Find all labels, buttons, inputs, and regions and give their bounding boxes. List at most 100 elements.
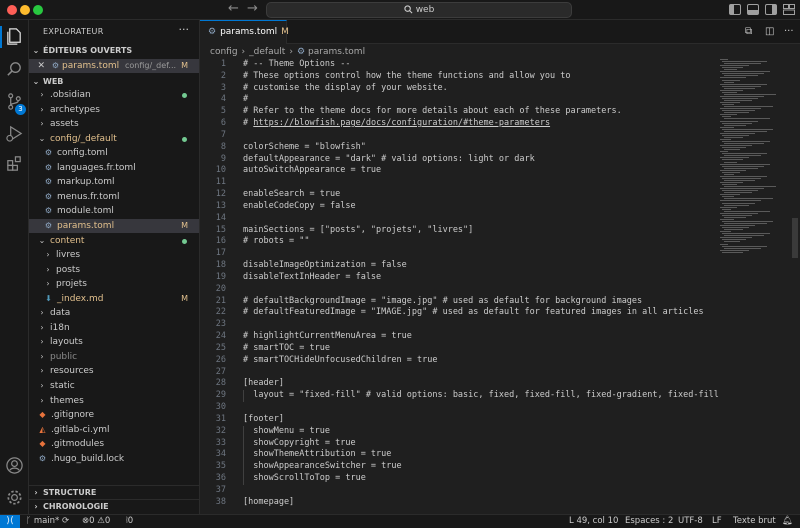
code-text: # xyxy=(243,118,254,129)
editor-scrollbar[interactable] xyxy=(792,218,798,258)
tree-item[interactable]: › assets xyxy=(29,117,199,132)
minimap-line xyxy=(722,190,758,192)
tree-item[interactable]: ⬇ _index.md M xyxy=(29,292,199,307)
run-debug-icon[interactable] xyxy=(5,124,24,143)
tree-item[interactable]: › data xyxy=(29,306,199,321)
close-icon[interactable]: ✕ xyxy=(29,59,45,73)
line-number: 13 xyxy=(215,200,226,211)
line-number: 18 xyxy=(215,260,226,271)
indentation-status[interactable]: Espaces : 2 xyxy=(625,515,673,528)
line-number: 37 xyxy=(215,484,226,495)
code-editor[interactable]: 1 # -- Theme Options -- 2 # These options c… xyxy=(200,59,720,514)
open-editors-section[interactable]: ⌄ ÉDITEURS OUVERTS xyxy=(29,44,199,58)
cursor-position[interactable]: L 49, col 10 xyxy=(569,515,618,528)
tree-item[interactable]: › themes xyxy=(29,394,199,409)
tree-item[interactable]: › static xyxy=(29,379,199,394)
remote-indicator-icon[interactable]: ⟩⟨ xyxy=(0,515,20,528)
editor-more-icon[interactable]: ··· xyxy=(784,26,794,37)
code-link[interactable]: https://blowfish.page/docs/configuration… xyxy=(253,118,550,128)
toggle-primary-sidebar-icon[interactable] xyxy=(729,4,741,15)
line-number: 2 xyxy=(220,70,226,81)
minimap-line xyxy=(722,128,773,130)
more-actions-button[interactable]: ··· xyxy=(179,23,190,36)
window-minimize-button[interactable] xyxy=(20,5,30,15)
tree-item[interactable]: › i18n xyxy=(29,321,199,336)
tree-item[interactable]: › resources xyxy=(29,364,199,379)
breadcrumb-item[interactable]: _default xyxy=(249,47,285,57)
toggle-panel-icon[interactable] xyxy=(747,4,759,15)
tree-item[interactable]: ⚙ module.toml xyxy=(29,204,199,219)
tree-item[interactable]: › archetypes xyxy=(29,103,199,118)
tree-item[interactable]: ⚙ .hugo_build.lock xyxy=(29,452,199,467)
tree-item[interactable]: ◆ .gitignore xyxy=(29,408,199,423)
minimap[interactable] xyxy=(720,59,792,259)
tree-item[interactable]: ◭ .gitlab-ci.yml xyxy=(29,423,199,438)
git-status-dot xyxy=(182,238,187,244)
toggle-secondary-sidebar-icon[interactable] xyxy=(765,4,777,15)
minimap-line xyxy=(724,106,773,108)
minimap-line xyxy=(720,59,728,60)
window-close-button[interactable] xyxy=(7,5,17,15)
minimap-line xyxy=(722,134,749,136)
tree-item[interactable]: › layouts xyxy=(29,335,199,350)
minimap-line xyxy=(720,102,740,104)
tree-item[interactable]: ◆ .gitmodules xyxy=(29,437,199,452)
tab-params-toml[interactable]: ⚙ params.toml M xyxy=(200,20,289,44)
settings-gear-icon[interactable] xyxy=(5,488,24,507)
command-center-search[interactable]: web xyxy=(266,2,572,18)
tree-item[interactable]: › .obsidian xyxy=(29,88,199,103)
account-icon[interactable] xyxy=(5,456,24,475)
open-editor-item[interactable]: ✕ ⚙ params.toml config/_def... M xyxy=(29,59,199,73)
git-branch-status[interactable]: ᚴ main* ⟳ xyxy=(26,515,69,528)
minimap-line xyxy=(722,220,773,222)
open-changes-icon[interactable]: ⧉ xyxy=(745,26,752,37)
ports-status[interactable]: ⦚0 xyxy=(126,515,133,528)
minimap-line xyxy=(722,85,761,87)
customize-layout-icon[interactable] xyxy=(783,4,795,15)
chevron-right-icon: › xyxy=(34,488,38,497)
encoding-status[interactable]: UTF-8 xyxy=(678,515,703,528)
tree-item-label: resources xyxy=(50,366,94,377)
tree-item[interactable]: ⚙ menus.fr.toml xyxy=(29,190,199,205)
tree-item[interactable]: ⚙ markup.toml xyxy=(29,175,199,190)
tree-item[interactable]: ⌄ content xyxy=(29,234,199,249)
explorer-icon[interactable] xyxy=(5,27,24,46)
sync-icon: ⟳ xyxy=(62,516,70,526)
minimap-line xyxy=(720,182,743,183)
tree-item[interactable]: ⚙ languages.fr.toml xyxy=(29,161,199,176)
tree-item-label: content xyxy=(50,235,85,246)
split-editor-icon[interactable]: ◫ xyxy=(765,26,774,37)
problems-status[interactable]: ⊗0 ⚠0 xyxy=(82,515,110,528)
timeline-title: CHRONOLOGIE xyxy=(43,502,109,511)
tree-item[interactable]: ⌄ config/_default xyxy=(29,132,199,147)
tree-item[interactable]: ⚙ config.toml xyxy=(29,146,199,161)
source-control-badge: 3 xyxy=(15,104,26,115)
minimap-line xyxy=(722,91,737,93)
timeline-section[interactable]: › CHRONOLOGIE xyxy=(29,499,199,513)
eol-status[interactable]: LF xyxy=(712,515,722,528)
extensions-icon[interactable] xyxy=(5,154,24,173)
forward-arrow-icon[interactable]: → xyxy=(247,1,258,16)
back-arrow-icon[interactable]: ← xyxy=(228,1,239,16)
notifications-bell-icon[interactable]: 🔔︎ xyxy=(782,515,793,528)
tree-item-label: .gitlab-ci.yml xyxy=(51,424,110,435)
outline-section[interactable]: › STRUCTURE xyxy=(29,485,199,499)
git-status-badge: M xyxy=(181,293,188,303)
tree-item[interactable]: › public xyxy=(29,350,199,365)
minimap-line xyxy=(724,143,764,145)
tree-item[interactable]: › posts xyxy=(29,263,199,278)
code-text: # defaultFeaturedImage = "IMAGE.jpg" # u… xyxy=(243,307,704,318)
workspace-section[interactable]: ⌄ WEB xyxy=(29,75,199,89)
tree-item[interactable]: › projets xyxy=(29,277,199,292)
search-view-icon[interactable] xyxy=(5,60,24,79)
tree-item[interactable]: ⚙ params.toml M xyxy=(29,218,199,234)
minimap-line xyxy=(722,147,746,149)
tree-item[interactable]: › livres xyxy=(29,248,199,263)
code-text: autoSwitchAppearance = true xyxy=(243,165,382,176)
line-number: 27 xyxy=(215,366,226,377)
minimap-line xyxy=(722,184,737,186)
language-mode[interactable]: Texte brut xyxy=(733,515,776,528)
breadcrumb-item[interactable]: params.toml xyxy=(308,47,365,57)
breadcrumb-item[interactable]: config xyxy=(210,47,238,57)
window-maximize-button[interactable] xyxy=(33,5,43,15)
